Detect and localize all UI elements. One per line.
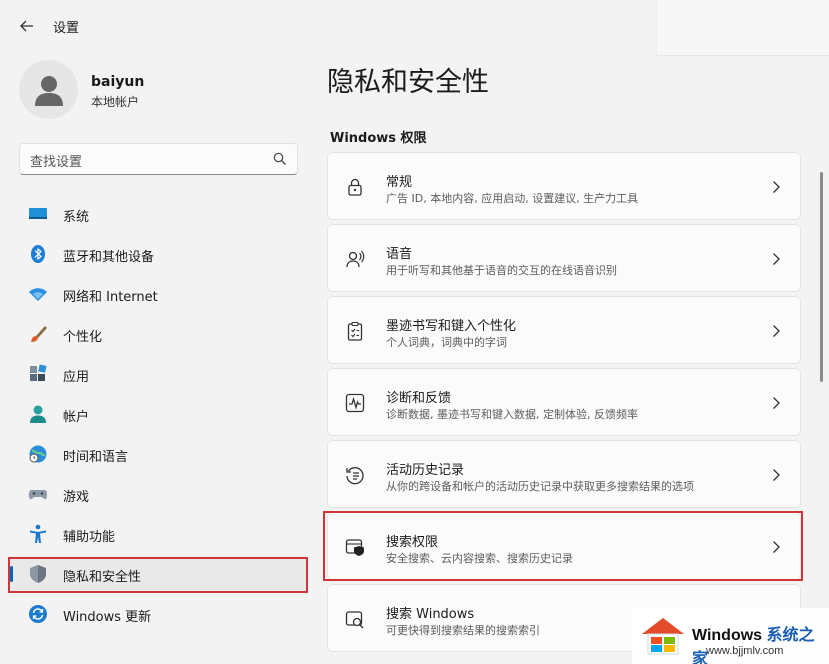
activity-history-icon [346, 467, 364, 485]
search-placeholder: 查找设置 [30, 155, 83, 170]
card-search-permissions[interactable]: 搜索权限 安全搜索、云内容搜索、搜索历史记录 [327, 512, 801, 580]
sidebar-item-label: 辅助功能 [63, 530, 116, 545]
account-type: 本地帐户 [91, 95, 140, 109]
account-icon [30, 405, 46, 423]
watermark-brand-en: Windows [692, 627, 763, 644]
section-title: Windows 权限 [330, 131, 427, 146]
windows-logo-icon [642, 618, 684, 655]
back-arrow-icon [20, 20, 33, 32]
lock-icon [348, 178, 362, 196]
card-title: 活动历史记录 [386, 463, 465, 478]
card-description: 广告 ID, 本地内容, 应用启动, 设置建议, 生产力工具 [386, 192, 639, 205]
card-title: 常规 [386, 175, 413, 190]
avatar[interactable] [19, 60, 78, 119]
card-description: 从你的跨设备和帐户的活动历史记录中获取更多搜索结果的选项 [386, 480, 694, 493]
settings-cards: 常规 广告 ID, 本地内容, 应用启动, 设置建议, 生产力工具 语音 用于听… [327, 152, 801, 656]
card-activity-history[interactable]: 活动历史记录 从你的跨设备和帐户的活动历史记录中获取更多搜索结果的选项 [327, 440, 801, 508]
user-avatar-icon [34, 75, 63, 106]
chevron-right-icon [773, 469, 780, 481]
chevron-right-icon [773, 397, 780, 409]
watermark: Windows 系统之家 www.bjjmlv.com [632, 608, 829, 664]
system-icon [29, 208, 47, 219]
card-description: 用于听写和其他基于语音的交互的在线语音识别 [386, 264, 617, 277]
sidebar-item-label: 系统 [63, 210, 90, 225]
sidebar-item-privacy-security[interactable]: 隐私和安全性 [8, 556, 308, 592]
sidebar-item-accessibility[interactable]: 辅助功能 [8, 516, 308, 552]
card-description: 安全搜索、云内容搜索、搜索历史记录 [386, 552, 573, 565]
gaming-icon [28, 490, 48, 500]
privacy-shield-icon [30, 565, 46, 583]
profile[interactable] [19, 60, 78, 119]
watermark-url: www.bjjmlv.com [706, 645, 784, 657]
time-language-icon [29, 445, 47, 463]
sidebar-item-time-language[interactable]: 时间和语言 [8, 436, 308, 472]
sidebar-item-label: 个性化 [63, 330, 103, 345]
accessibility-icon [30, 524, 46, 543]
diagnostics-icon [345, 393, 365, 413]
card-description: 诊断数据, 墨迹书写和键入数据, 定制体验, 反馈频率 [386, 408, 638, 421]
apps-icon [30, 364, 47, 381]
page-title: 隐私和安全性 [327, 67, 489, 98]
search-input[interactable]: 查找设置 [19, 143, 298, 175]
network-icon [29, 288, 47, 301]
search-windows-icon [345, 611, 364, 629]
chevron-right-icon [773, 253, 780, 265]
scrollbar[interactable] [820, 172, 823, 382]
sidebar-item-network[interactable]: 网络和 Internet [8, 276, 308, 312]
sidebar-item-gaming[interactable]: 游戏 [8, 476, 308, 512]
personalization-icon [31, 326, 47, 342]
chevron-right-icon [773, 181, 780, 193]
inking-clipboard-icon [347, 321, 363, 341]
app-title: 设置 [53, 21, 80, 36]
sidebar-item-accounts[interactable]: 帐户 [8, 396, 308, 432]
sidebar-item-label: 应用 [63, 370, 90, 385]
sidebar-item-label: 网络和 Internet [63, 290, 158, 305]
back-button[interactable] [14, 14, 40, 38]
bluetooth-icon [31, 245, 45, 263]
sidebar-item-label: 蓝牙和其他设备 [63, 250, 155, 265]
card-title: 语音 [386, 247, 413, 262]
speech-icon [346, 250, 365, 268]
card-diagnostics-feedback[interactable]: 诊断和反馈 诊断数据, 墨迹书写和键入数据, 定制体验, 反馈频率 [327, 368, 801, 436]
sidebar-item-label: 隐私和安全性 [63, 570, 142, 585]
sidebar-item-label: 游戏 [63, 490, 90, 505]
sidebar-item-system[interactable]: 系统 [8, 196, 308, 232]
chevron-right-icon [773, 325, 780, 337]
watermark-brand: Windows 系统之家 [692, 621, 829, 664]
window-controls-area [656, 0, 829, 56]
sidebar-item-personalization[interactable]: 个性化 [8, 316, 308, 352]
windows-update-icon [29, 605, 47, 623]
card-title: 墨迹书写和键入个性化 [386, 319, 517, 334]
search-permissions-icon [345, 539, 364, 556]
card-speech[interactable]: 语音 用于听写和其他基于语音的交互的在线语音识别 [327, 224, 801, 292]
sidebar-item-bluetooth[interactable]: 蓝牙和其他设备 [8, 236, 308, 272]
card-description: 个人词典，词典中的字词 [386, 336, 507, 349]
sidebar-nav: 系统 蓝牙和其他设备 网络和 Internet 个性化 应用 帐户 时间和语言 … [8, 196, 308, 636]
username: baiyun [91, 74, 145, 90]
card-title: 搜索权限 [386, 535, 439, 550]
chevron-right-icon [773, 541, 780, 553]
card-title: 搜索 Windows [386, 607, 475, 622]
sidebar-item-label: 时间和语言 [63, 450, 129, 465]
sidebar-item-label: Windows 更新 [63, 610, 152, 625]
sidebar-item-apps[interactable]: 应用 [8, 356, 308, 392]
card-title: 诊断和反馈 [386, 391, 452, 406]
sidebar-item-label: 帐户 [63, 410, 90, 425]
sidebar-item-windows-update[interactable]: Windows 更新 [8, 596, 308, 632]
card-description: 可更快得到搜索结果的搜索索引 [386, 624, 540, 637]
search-icon [273, 152, 286, 165]
card-inking-typing[interactable]: 墨迹书写和键入个性化 个人词典，词典中的字词 [327, 296, 801, 364]
card-general[interactable]: 常规 广告 ID, 本地内容, 应用启动, 设置建议, 生产力工具 [327, 152, 801, 220]
